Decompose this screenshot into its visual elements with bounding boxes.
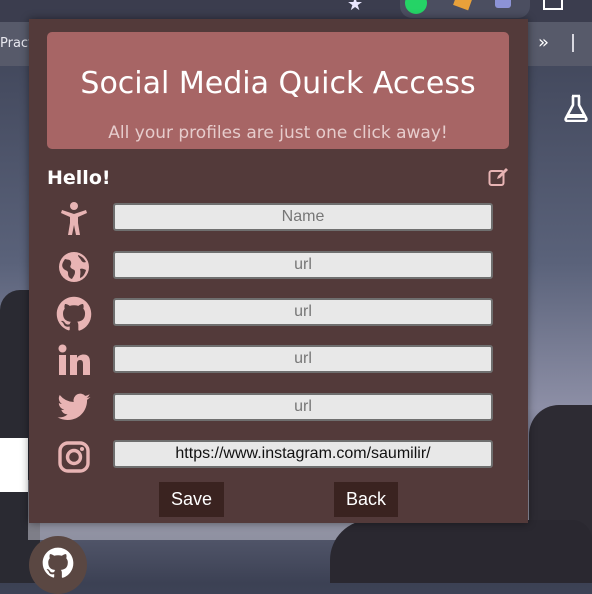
twitter-icon — [57, 393, 91, 421]
more-bookmarks-icon[interactable]: » — [538, 32, 549, 53]
window-restore-icon[interactable] — [543, 0, 563, 10]
header-banner: Social Media Quick Access All your profi… — [47, 32, 509, 149]
save-button[interactable]: Save — [159, 482, 225, 517]
edit-icon[interactable] — [488, 167, 510, 187]
name-field[interactable] — [113, 203, 493, 231]
popup-subtitle: All your profiles are just one click awa… — [108, 123, 448, 143]
greeting: Hello! — [47, 167, 111, 189]
puzzle-extension-icon[interactable] — [495, 0, 511, 8]
page-panel — [0, 438, 28, 492]
linkedin-icon — [58, 344, 90, 375]
twitter-url-field[interactable] — [113, 393, 493, 421]
instagram-icon — [58, 441, 90, 473]
instagram-url-field[interactable] — [113, 440, 493, 468]
back-button[interactable]: Back — [334, 482, 399, 517]
linkedin-url-field[interactable] — [113, 345, 493, 373]
github-icon — [56, 296, 92, 331]
globe-icon — [59, 252, 89, 282]
toolbar-separator — [572, 34, 574, 52]
popup-title: Social Media Quick Access — [80, 66, 476, 101]
extension-popup: Social Media Quick Access All your profi… — [29, 19, 528, 523]
website-url-field[interactable] — [113, 251, 493, 279]
github-url-field[interactable] — [113, 298, 493, 326]
bookmark-star-icon[interactable]: ★ — [347, 0, 363, 15]
background-rock — [330, 520, 592, 583]
flask-icon[interactable] — [563, 94, 589, 122]
person-icon — [61, 202, 87, 235]
page-github-icon[interactable] — [29, 536, 87, 594]
